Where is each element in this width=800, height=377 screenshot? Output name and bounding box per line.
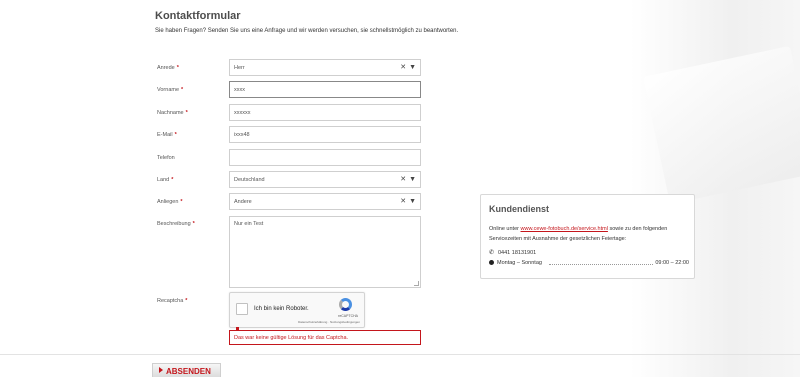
anrede-select[interactable]: Herr ✕ ▼ (229, 59, 421, 76)
label-nachname: Nachname * (157, 110, 188, 116)
service-days: Montag – Sonntag (497, 260, 542, 266)
clear-icon[interactable]: ✕ (400, 198, 406, 205)
label-email: E-Mail * (157, 132, 177, 138)
page-title: Kontaktformular (155, 10, 241, 22)
vorname-field[interactable]: xxxx (229, 81, 421, 98)
label-beschreibung: Beschreibung * (157, 221, 195, 227)
service-panel: Kundendienst Online unter www.cewe-fotob… (480, 194, 695, 279)
recaptcha-terms-links[interactable]: Datenschutzerklärung · Nutzungsbedingung… (298, 320, 360, 324)
clear-icon[interactable]: ✕ (400, 176, 406, 183)
email-field[interactable]: ixxx48 (229, 126, 421, 143)
service-title: Kundendienst (489, 204, 549, 214)
service-link[interactable]: www.cewe-fotobuch.de/service.html (521, 226, 608, 232)
submit-button[interactable]: ABSENDEN (152, 363, 221, 377)
label-anliegen: Anliegen * (157, 199, 183, 205)
recaptcha-checkbox[interactable] (236, 303, 248, 315)
land-select[interactable]: Deutschland ✕ ▼ (229, 171, 421, 188)
nachname-field[interactable]: xxxxxx (229, 104, 421, 121)
label-telefon: Telefon (157, 155, 175, 161)
service-hours: 09:00 – 22:00 (655, 260, 689, 266)
chevron-down-icon[interactable]: ▼ (409, 198, 416, 205)
telefon-field[interactable] (229, 149, 421, 166)
label-anrede: Anrede * (157, 65, 179, 71)
label-recaptcha: Recaptcha * (157, 298, 188, 304)
recaptcha-logo-icon (339, 298, 352, 311)
label-vorname: Vorname * (157, 87, 184, 93)
anliegen-select[interactable]: Andere ✕ ▼ (229, 193, 421, 210)
phone-icon: ✆ (489, 250, 495, 256)
label-land: Land * (157, 177, 174, 183)
service-text: Online unter www.cewe-fotobuch.de/servic… (489, 226, 668, 242)
divider (0, 354, 800, 355)
recaptcha-text: Ich bin kein Roboter. (254, 306, 309, 312)
chevron-down-icon[interactable]: ▼ (409, 176, 416, 183)
play-arrow-icon (159, 367, 163, 373)
beschreibung-textarea[interactable]: Nur ein Test (229, 216, 421, 288)
recaptcha-brand: reCAPTCHA (338, 314, 358, 318)
captcha-error-message: Das war keine gültige Lösung für das Cap… (229, 330, 421, 345)
clock-icon (489, 260, 494, 265)
dotted-leader (549, 264, 653, 265)
chevron-down-icon[interactable]: ▼ (409, 64, 416, 71)
phone-row: ✆ 0441 18131901 (489, 249, 536, 256)
intro-text: Sie haben Fragen? Senden Sie uns eine An… (155, 28, 459, 34)
resize-handle-icon[interactable] (414, 281, 419, 286)
clear-icon[interactable]: ✕ (400, 64, 406, 71)
hours-row: Montag – Sonntag 09:00 – 22:00 (489, 260, 689, 266)
phone-number: 0441 18131901 (498, 250, 537, 256)
recaptcha-widget: Ich bin kein Roboter. reCAPTCHA Datensch… (229, 292, 365, 328)
